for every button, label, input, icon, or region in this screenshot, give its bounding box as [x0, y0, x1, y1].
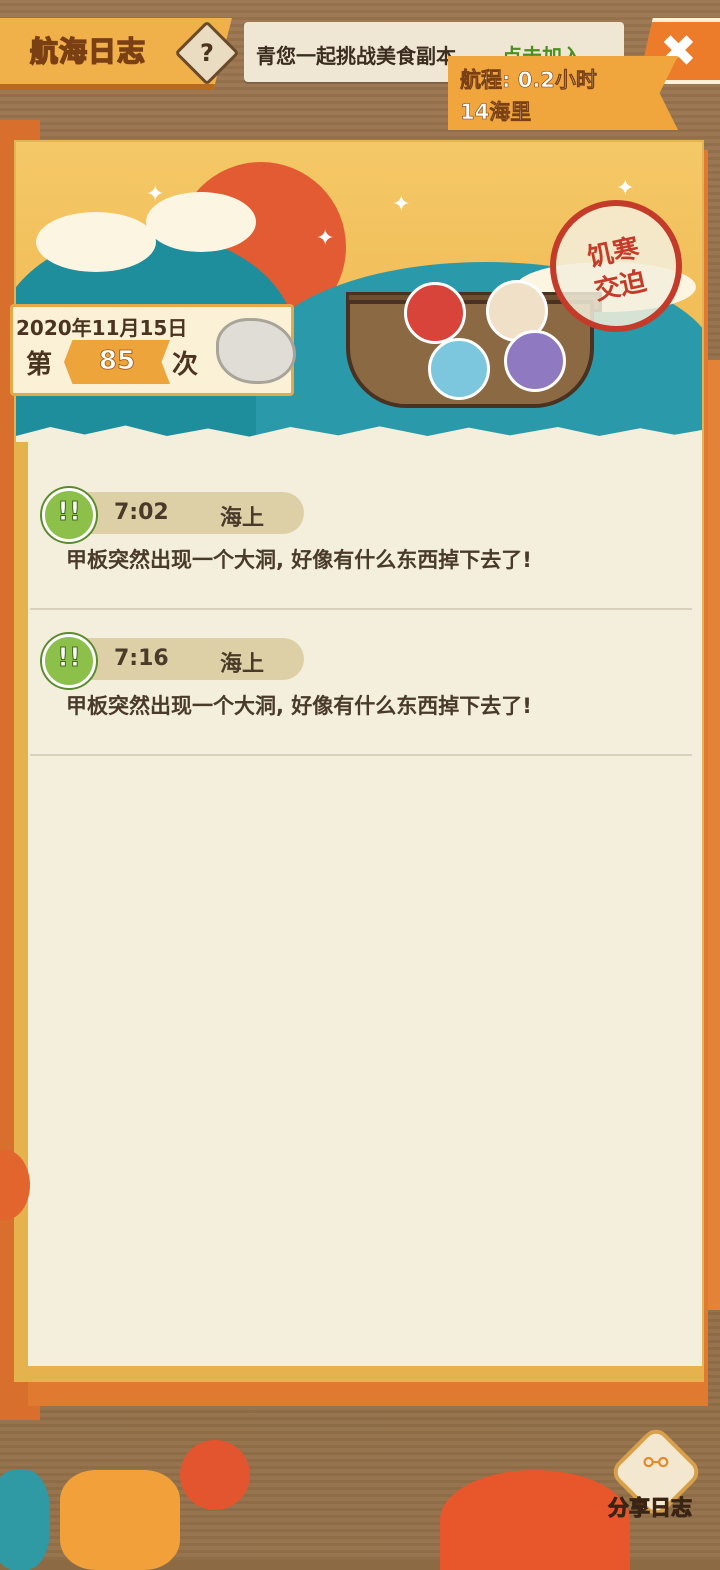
share-icon: ⚯	[643, 1446, 669, 1481]
bird-icon: ✦	[392, 192, 411, 217]
page-title: 航海日志	[29, 34, 147, 69]
double-exclaim-icon: !!	[42, 634, 96, 688]
seaweed-decoration	[0, 1470, 50, 1570]
voyage-date: 2020年11月15日	[16, 316, 188, 340]
list-item	[30, 468, 692, 610]
crab-decoration	[440, 1470, 630, 1570]
panel-stripe	[14, 430, 28, 1370]
count-suffix: 次	[172, 350, 199, 380]
entry-text: 甲板突然出现一个大洞, 好像有什么东西掉下去了!	[66, 694, 532, 718]
bird-icon: ✦	[146, 182, 165, 207]
bird-icon: ✦	[616, 176, 635, 201]
share-label[interactable]: 分享日志	[608, 1492, 693, 1522]
shell-decoration	[180, 1440, 250, 1510]
panel-bottom-bar	[14, 1366, 704, 1382]
question-icon: ?	[200, 39, 214, 67]
double-exclaim-icon: !!	[42, 488, 96, 542]
wave-foam	[36, 212, 156, 272]
entry-location: 海上	[220, 506, 265, 531]
entry-text: 甲板突然出现一个大洞, 好像有什么东西掉下去了!	[66, 548, 532, 572]
character-avatar	[404, 282, 466, 344]
entry-location: 海上	[220, 652, 265, 677]
count-prefix: 第	[26, 350, 53, 380]
distance-time: 航程: 0.2小时	[460, 68, 598, 93]
character-avatar	[504, 330, 566, 392]
distance-miles: 14海里	[460, 100, 532, 125]
starfish-decoration	[60, 1470, 180, 1570]
entry-time: 7:02	[114, 500, 169, 525]
entry-time: 7:16	[114, 646, 169, 671]
voyage-count: 85	[98, 346, 136, 377]
invite-text: 青您一起挑战美食副本,	[256, 44, 464, 68]
character-avatar	[428, 338, 490, 400]
bird-icon: ✦	[316, 226, 335, 251]
list-item	[30, 614, 692, 756]
